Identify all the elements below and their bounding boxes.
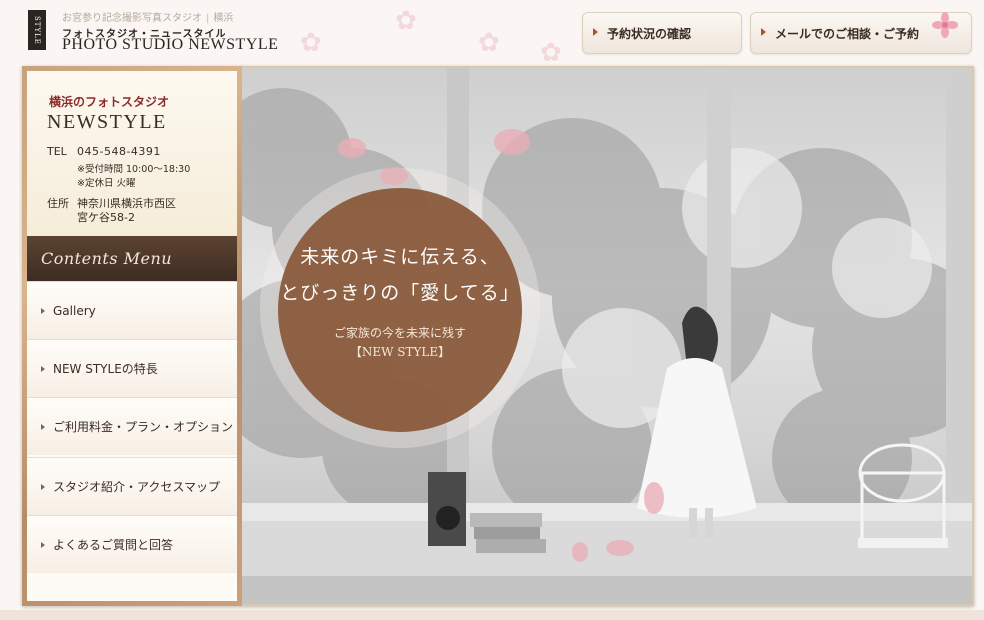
hero-headline-line2: とびっきりの「愛してる」 <box>280 282 520 304</box>
triangle-right-icon <box>41 484 45 490</box>
background-petal: ✿ <box>540 38 562 68</box>
menu-item-label: ご利用料金・プラン・オプション <box>53 420 234 434</box>
menu-item-gallery[interactable]: Gallery <box>27 281 237 339</box>
email-contact-label: メールでのご相談・ご予約 <box>775 26 920 41</box>
background-petal: ✿ <box>478 28 500 58</box>
business-hours: ※受付時間 10:00～18:30 <box>77 164 191 175</box>
menu-item-label: よくあるご質問と回答 <box>53 538 174 552</box>
hero-headline-line1: 未来のキミに伝える、 <box>300 246 500 268</box>
tagline-text: お宮参り記念撮影写真スタジオ <box>62 13 202 24</box>
studio-info-box: 横浜のフォトスタジオ NEWSTYLE TEL 045-548-4391 ※受付… <box>27 71 237 236</box>
menu-item-label: Gallery <box>53 303 96 318</box>
address-line2: 宮ケ谷58-2 <box>77 211 135 224</box>
contents-menu-heading: Contents Menu <box>27 236 237 281</box>
menu-item-pricing[interactable]: ご利用料金・プラン・オプション <box>27 397 237 455</box>
studio-name[interactable]: PHOTO STUDIO NEWSTYLE <box>62 36 278 54</box>
triangle-right-icon <box>41 542 45 548</box>
menu-item-faq[interactable]: よくあるご質問と回答 <box>27 515 237 573</box>
menu-item-access[interactable]: スタジオ紹介・アクセスマップ <box>27 457 237 515</box>
info-title: NEWSTYLE <box>47 111 167 133</box>
bottom-strip <box>0 610 984 620</box>
closed-day: ※定休日 火曜 <box>77 178 136 189</box>
hero-subtext-line2: 【NEW STYLE】 <box>349 345 451 359</box>
tel-label: TEL <box>47 145 67 158</box>
hero-subtext-line1: ご家族の今を未来に残す <box>333 326 466 340</box>
address-label: 住所 <box>47 197 69 210</box>
menu-item-features[interactable]: NEW STYLEの特長 <box>27 339 237 397</box>
logo[interactable]: STYLE <box>28 10 46 50</box>
triangle-right-icon <box>41 308 45 314</box>
header-tagline: お宮参り記念撮影写真スタジオ | 横浜 <box>62 13 234 24</box>
tel-number[interactable]: 045-548-4391 <box>77 145 161 158</box>
reservation-status-label: 予約状況の確認 <box>607 26 692 41</box>
background-petal: ✿ <box>395 6 417 36</box>
arrow-right-icon <box>761 28 766 36</box>
background-petal: ✿ <box>300 28 322 58</box>
triangle-right-icon <box>41 424 45 430</box>
reservation-status-button[interactable]: 予約状況の確認 <box>582 12 742 54</box>
sidebar: 横浜のフォトスタジオ NEWSTYLE TEL 045-548-4391 ※受付… <box>27 71 237 601</box>
sakura-flower-icon <box>932 12 958 38</box>
arrow-right-icon <box>593 28 598 36</box>
info-subtitle: 横浜のフォトスタジオ <box>49 95 170 109</box>
tagline-location: 横浜 <box>213 13 234 24</box>
logo-text: STYLE <box>33 15 41 45</box>
menu-item-label: スタジオ紹介・アクセスマップ <box>53 480 221 494</box>
menu-item-label: NEW STYLEの特長 <box>53 362 158 376</box>
triangle-right-icon <box>41 366 45 372</box>
